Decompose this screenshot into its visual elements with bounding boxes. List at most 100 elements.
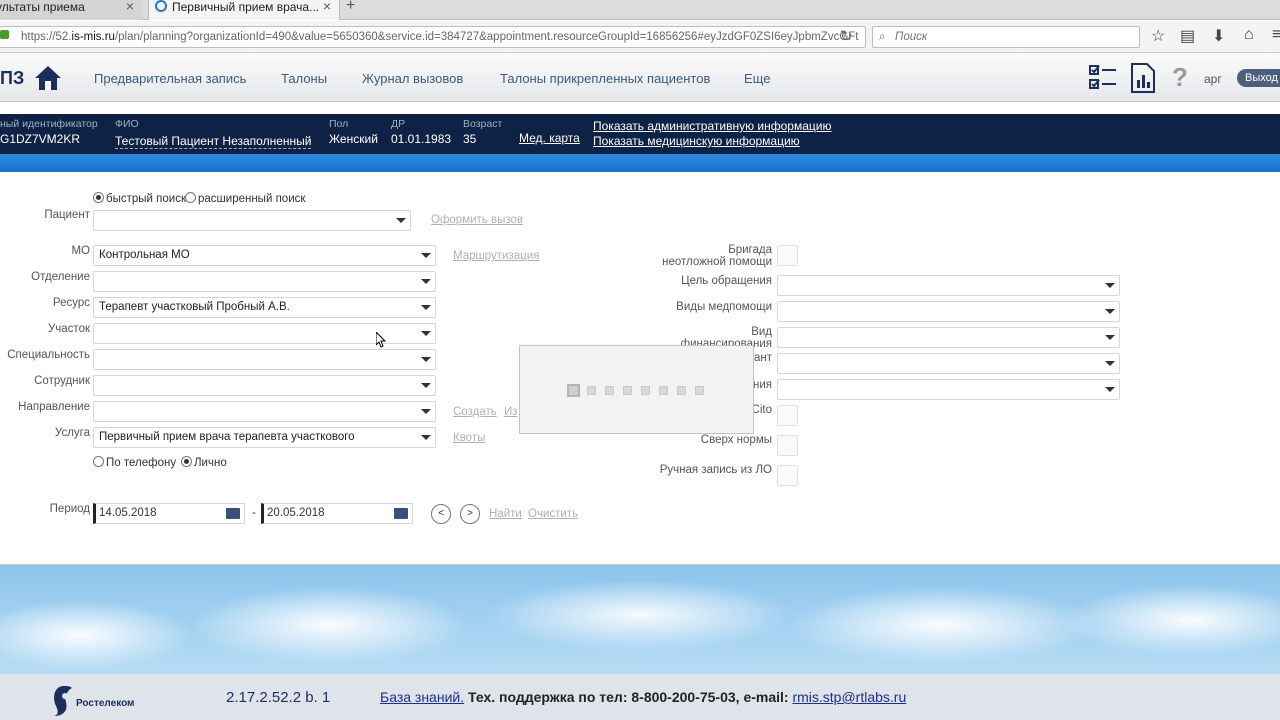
in-person-label: Лично <box>194 457 227 469</box>
service-label: Услуга <box>54 427 90 439</box>
address-bar[interactable]: https://52.is-mis.ru/plan/planning?organ… <box>0 26 866 48</box>
new-tab-icon[interactable]: + <box>346 0 355 15</box>
specialty-label: Специальность <box>7 349 90 361</box>
extended-search-radio[interactable]: расширенный поиск <box>185 191 305 205</box>
chevron-down-icon <box>421 357 431 362</box>
department-combo[interactable] <box>93 271 436 292</box>
menu-call-journal[interactable]: Журнал вызовов <box>362 71 463 86</box>
close-tab-icon[interactable]: × <box>323 0 331 13</box>
home-icon[interactable] <box>34 64 62 92</box>
create-link[interactable]: Создать <box>453 406 497 418</box>
row6-combo[interactable] <box>777 379 1120 400</box>
reload-icon[interactable]: ↻ <box>840 27 853 45</box>
report-icon[interactable] <box>1130 62 1156 94</box>
app-logo: ПЗ <box>0 68 25 88</box>
find-link[interactable]: Найти <box>489 508 522 520</box>
patient-id-value: G1DZ7VM2KR <box>0 132 81 146</box>
search-icon: ⌕ <box>879 31 886 43</box>
employee-combo[interactable] <box>93 375 436 396</box>
date-to-input[interactable]: 20.05.2018 <box>261 503 413 524</box>
brigade-checkbox[interactable] <box>777 245 798 266</box>
chevron-down-icon <box>421 253 431 258</box>
loading-square <box>677 386 686 395</box>
browser-tab-active[interactable]: Первичный прием врача... × <box>148 0 340 20</box>
loading-square <box>623 386 632 395</box>
section-bar <box>0 154 1280 172</box>
browser-search-input[interactable]: ⌕ Поиск <box>872 26 1140 48</box>
patient-combo[interactable] <box>93 210 411 231</box>
menu-tickets[interactable]: Талоны <box>281 71 327 86</box>
purpose-combo[interactable] <box>777 275 1120 296</box>
resource-combo[interactable]: Терапевт участковый Пробный А.В. <box>93 297 436 318</box>
financing-combo[interactable] <box>777 327 1120 348</box>
calendar-icon[interactable] <box>394 508 408 519</box>
create-call-link[interactable]: Оформить вызов <box>431 214 523 226</box>
routing-link[interactable]: Маршрутизация <box>453 250 539 262</box>
employee-label: Сотрудник <box>34 375 90 387</box>
prev-period-button[interactable]: < <box>431 504 451 524</box>
menu-icon[interactable]: ≡ <box>1272 26 1280 44</box>
in-person-radio[interactable]: Лично <box>181 455 227 469</box>
browser-tab-results[interactable]: ультаты приема × <box>0 0 142 20</box>
brigade-label: Бригада неотложной помощи <box>662 244 772 268</box>
date-from-input[interactable]: 14.05.2018 <box>93 503 245 524</box>
date-separator: - <box>252 507 256 519</box>
logout-button[interactable]: Выход <box>1237 69 1280 87</box>
chevron-down-icon <box>396 218 406 223</box>
chevron-down-icon <box>421 435 431 440</box>
home-browser-icon[interactable]: ⌂ <box>1244 26 1254 44</box>
patient-age-label: Возраст <box>463 118 503 130</box>
over-norm-checkbox[interactable] <box>777 435 798 456</box>
radio-selected-icon <box>181 456 192 467</box>
mo-combo[interactable]: Контрольная МО <box>93 245 436 266</box>
checklist-icon[interactable] <box>1088 63 1118 93</box>
search-placeholder: Поиск <box>895 31 928 43</box>
patient-age-value: 35 <box>463 132 477 146</box>
chevron-down-icon <box>421 279 431 284</box>
knowledge-base-link[interactable]: База знаний. <box>380 689 464 705</box>
bookmark-star-icon[interactable]: ☆ <box>1151 26 1165 46</box>
loading-square <box>605 386 614 395</box>
menu-more[interactable]: Еще <box>744 71 770 86</box>
quick-search-radio[interactable]: быстрый поиск <box>93 191 186 205</box>
cito-checkbox[interactable] <box>777 405 798 426</box>
download-icon[interactable]: ⬇ <box>1212 26 1225 46</box>
support-info: База знаний. Тех. поддержка по тел: 8-80… <box>380 689 906 705</box>
tab-label: Первичный прием врача... <box>172 0 320 14</box>
patient-fio-label: ФИО <box>115 118 139 130</box>
support-email-link[interactable]: rmis.stp@rtlabs.ru <box>792 689 906 705</box>
calendar-icon[interactable] <box>226 508 240 519</box>
referral-label: Направление <box>18 401 90 413</box>
patient-sex-value: Женский <box>329 132 378 146</box>
chevron-down-icon <box>421 305 431 310</box>
med-card-link[interactable]: Мед. карта <box>519 131 580 145</box>
chevron-down-icon <box>1105 283 1115 288</box>
by-phone-radio[interactable]: По телефону <box>93 455 176 469</box>
reading-list-icon[interactable]: ▤ <box>1180 26 1195 46</box>
menu-attached-tickets[interactable]: Талоны прикрепленных пациентов <box>500 71 710 86</box>
patient-id-label: ный идентификатор <box>0 118 98 130</box>
next-period-button[interactable]: > <box>460 504 480 524</box>
loading-square <box>567 384 580 397</box>
row5-combo[interactable] <box>777 353 1120 374</box>
care-types-combo[interactable] <box>777 301 1120 322</box>
app-header: ПЗ Предварительная запись Талоны Журнал … <box>0 54 1280 102</box>
radio-empty-icon <box>185 192 196 203</box>
care-types-label: Виды медпомощи <box>676 301 772 313</box>
clear-link[interactable]: Очистить <box>528 508 578 520</box>
quotas-link[interactable]: Квоты <box>453 432 485 444</box>
edit-link[interactable]: Из <box>504 406 518 418</box>
specialty-combo[interactable] <box>93 349 436 370</box>
patient-fio-value[interactable]: Тестовый Пациент Незаполненный <box>115 134 312 149</box>
purpose-label: Цель обращения <box>681 275 772 287</box>
patient-label: Пациент <box>44 209 90 221</box>
close-tab-icon[interactable]: × <box>126 0 134 13</box>
admin-info-link[interactable]: Показать административную информацию <box>593 119 831 133</box>
help-icon[interactable]: ? <box>1172 62 1188 93</box>
manual-lo-checkbox[interactable] <box>777 465 798 486</box>
url-prefix: https://52. <box>21 31 72 43</box>
med-info-link[interactable]: Показать медицинскую информацию <box>593 134 800 148</box>
menu-prebooking[interactable]: Предварительная запись <box>94 71 246 86</box>
service-combo[interactable]: Первичный прием врача терапевта участков… <box>93 427 436 448</box>
referral-combo[interactable] <box>93 401 436 422</box>
